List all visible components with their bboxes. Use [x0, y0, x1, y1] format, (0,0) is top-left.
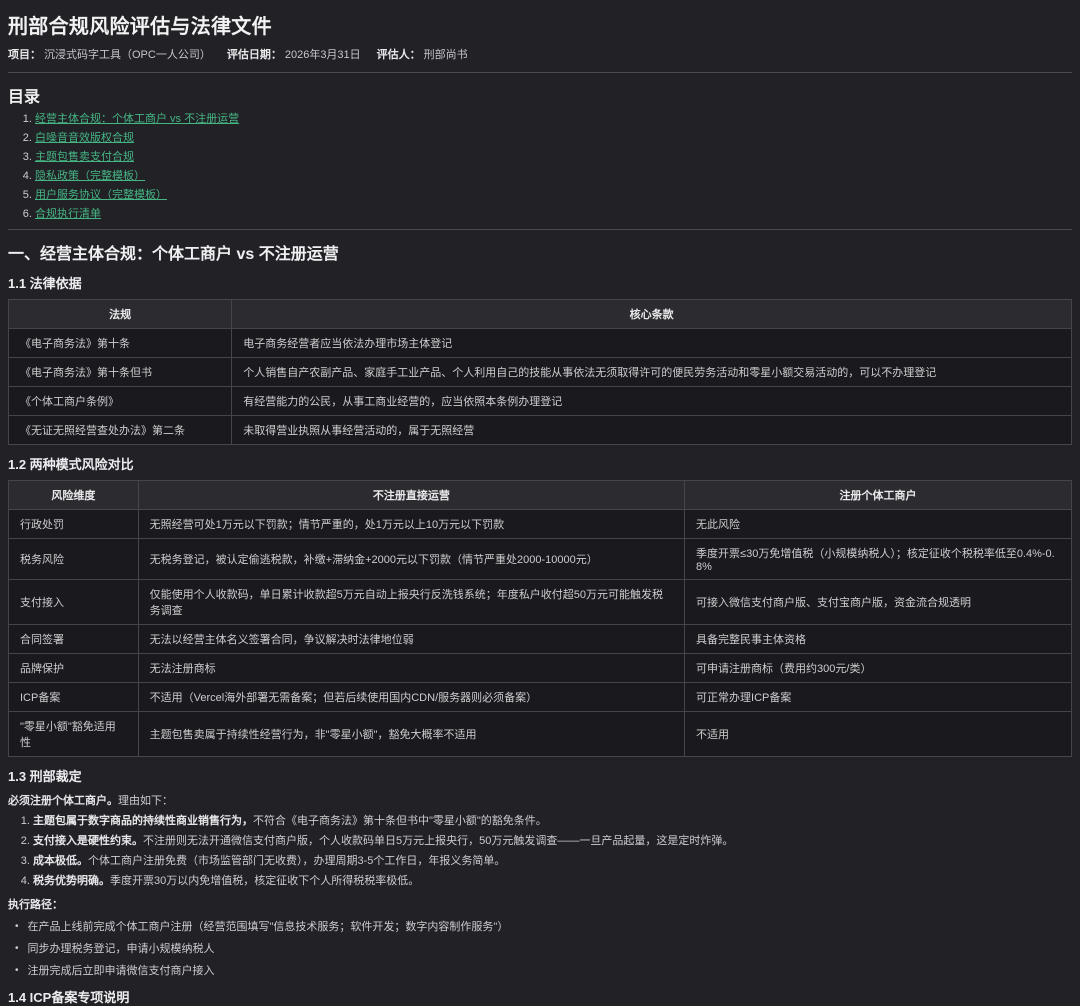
table-cell: 无照经营可处1万元以下罚款；情节严重的，处1万元以上10万元以下罚款 [138, 510, 684, 539]
table-of-contents: 经营主体合规：个体工商户 vs 不注册运营 白噪音音效版权合规 主题包售卖支付合… [8, 110, 1072, 221]
table-row: 行政处罚 无照经营可处1万元以下罚款；情节严重的，处1万元以上10万元以下罚款 … [9, 510, 1072, 539]
table-cell: 未取得营业执照从事经营活动的，属于无照经营 [232, 416, 1072, 445]
reason-lead: 主题包属于数字商品的持续性商业销售行为， [33, 815, 253, 827]
table-cell: ICP备案 [9, 683, 139, 712]
toc-item: 合规执行清单 [35, 205, 1072, 221]
table-cell: 仅能使用个人收款码，单日累计收款超5万元自动上报央行反洗钱系统；年度私户收付超5… [138, 580, 684, 625]
toc-link-compliance-checklist[interactable]: 合规执行清单 [35, 208, 101, 220]
table-row: 《电子商务法》第十条但书 个人销售自产农副产品、家庭手工业产品、个人利用自己的技… [9, 358, 1072, 387]
table-cell: 个人销售自产农副产品、家庭手工业产品、个人利用自己的技能从事依法无须取得许可的便… [232, 358, 1072, 387]
table-cell: 《无证无照经营查处办法》第二条 [9, 416, 232, 445]
table-cell: 无法注册商标 [138, 654, 684, 683]
table-row: 合同签署 无法以经营主体名义签署合同，争议解决时法律地位弱 具备完整民事主体资格 [9, 625, 1072, 654]
section-1-1-heading: 1.1 法律依据 [8, 273, 1072, 292]
table-cell: 具备完整民事主体资格 [685, 625, 1072, 654]
table-header-cell: 核心条款 [232, 300, 1072, 329]
reason-body: 季度开票30万以内免增值税，核定征收下个人所得税税率极低。 [110, 875, 419, 887]
legal-basis-table: 法规 核心条款 《电子商务法》第十条 电子商务经营者应当依法办理市场主体登记 《… [8, 299, 1072, 445]
table-cell: 《电子商务法》第十条但书 [9, 358, 232, 387]
reason-body: 不符合《电子商务法》第十条但书中"零星小额"的豁免条件。 [253, 815, 547, 827]
table-cell: 可申请注册商标（费用约300元/类） [685, 654, 1072, 683]
table-row: 品牌保护 无法注册商标 可申请注册商标（费用约300元/类） [9, 654, 1072, 683]
reason-lead: 成本极低。 [33, 855, 88, 867]
verdict-paragraph: 必须注册个体工商户。理由如下： [8, 792, 1072, 808]
table-row: 《无证无照经营查处办法》第二条 未取得营业执照从事经营活动的，属于无照经营 [9, 416, 1072, 445]
reason-lead: 税务优势明确。 [33, 875, 110, 887]
table-header-cell: 风险维度 [9, 481, 139, 510]
list-item: 在产品上线前完成个体工商户注册（经营范围填写"信息技术服务；软件开发；数字内容制… [15, 918, 1072, 934]
document-meta: 项目：沉浸式码字工具（OPC一人公司） 评估日期：2026年3月31日 评估人：刑部… [8, 46, 1072, 73]
toc-item: 经营主体合规：个体工商户 vs 不注册运营 [35, 110, 1072, 126]
toc-link-privacy-policy[interactable]: 隐私政策（完整模板） [35, 170, 145, 182]
toc-heading: 目录 [8, 83, 1072, 107]
page-title: 刑部合规风险评估与法律文件 [8, 10, 1072, 39]
table-cell: 可接入微信支付商户版、支付宝商户版，资金流合规透明 [685, 580, 1072, 625]
table-row: "零星小额"豁免适用性 主题包售卖属于持续性经营行为，非"零星小额"，豁免大概率… [9, 712, 1072, 757]
list-item: 注册完成后立即申请微信支付商户接入 [15, 962, 1072, 978]
reason-body: 不注册则无法开通微信支付商户版，个人收款码单日5万元上报央行，50万元触发调查—… [143, 835, 733, 847]
section-1-3-heading: 1.3 刑部裁定 [8, 766, 1072, 785]
meta-assessor-value: 刑部尚书 [424, 49, 468, 61]
list-item: 支付接入是硬性约束。不注册则无法开通微信支付商户版，个人收款码单日5万元上报央行… [33, 832, 1072, 848]
table-cell: 可正常办理ICP备案 [685, 683, 1072, 712]
table-header-cell: 注册个体工商户 [685, 481, 1072, 510]
table-cell: 《个体工商户条例》 [9, 387, 232, 416]
verdict-bold: 必须注册个体工商户。 [8, 795, 118, 807]
toc-link-business-entity[interactable]: 经营主体合规：个体工商户 vs 不注册运营 [35, 113, 239, 125]
table-cell: 行政处罚 [9, 510, 139, 539]
toc-item: 白噪音音效版权合规 [35, 129, 1072, 145]
execution-path-heading: 执行路径： [8, 896, 1072, 912]
table-row: 《电子商务法》第十条 电子商务经营者应当依法办理市场主体登记 [9, 329, 1072, 358]
meta-project-label: 项目： [8, 49, 41, 61]
table-row: 税务风险 无税务登记，被认定偷逃税款，补缴+滞纳金+2000元以下罚款（情节严重… [9, 539, 1072, 580]
toc-item: 用户服务协议（完整模板） [35, 186, 1072, 202]
toc-item: 主题包售卖支付合规 [35, 148, 1072, 164]
table-row: 《个体工商户条例》 有经营能力的公民，从事工商业经营的，应当依照本条例办理登记 [9, 387, 1072, 416]
table-row: ICP备案 不适用（Vercel海外部署无需备案；但若后续使用国内CDN/服务器… [9, 683, 1072, 712]
table-cell: 电子商务经营者应当依法办理市场主体登记 [232, 329, 1072, 358]
table-cell: 无法以经营主体名义签署合同，争议解决时法律地位弱 [138, 625, 684, 654]
meta-date-value: 2026年3月31日 [285, 49, 361, 61]
table-cell: 税务风险 [9, 539, 139, 580]
table-cell: 不适用（Vercel海外部署无需备案；但若后续使用国内CDN/服务器则必须备案） [138, 683, 684, 712]
toc-item: 隐私政策（完整模板） [35, 167, 1072, 183]
table-cell: 支付接入 [9, 580, 139, 625]
toc-link-user-agreement[interactable]: 用户服务协议（完整模板） [35, 189, 167, 201]
table-cell: 品牌保护 [9, 654, 139, 683]
table-cell: 有经营能力的公民，从事工商业经营的，应当依照本条例办理登记 [232, 387, 1072, 416]
table-header-cell: 法规 [9, 300, 232, 329]
list-item: 同步办理税务登记，申请小规模纳税人 [15, 940, 1072, 956]
risk-comparison-table: 风险维度 不注册直接运营 注册个体工商户 行政处罚 无照经营可处1万元以下罚款；… [8, 480, 1072, 757]
list-item: 成本极低。个体工商户注册免费（市场监管部门无收费），办理周期3-5个工作日，年报… [33, 852, 1072, 868]
document-page: 刑部合规风险评估与法律文件 项目：沉浸式码字工具（OPC一人公司） 评估日期：20… [0, 0, 1080, 1006]
table-header-cell: 不注册直接运营 [138, 481, 684, 510]
table-cell: 无此风险 [685, 510, 1072, 539]
divider [8, 229, 1072, 230]
meta-date-label: 评估日期： [227, 49, 282, 61]
table-cell: 无税务登记，被认定偷逃税款，补缴+滞纳金+2000元以下罚款（情节严重处2000… [138, 539, 684, 580]
table-cell: 不适用 [685, 712, 1072, 757]
reason-body: 个体工商户注册免费（市场监管部门无收费），办理周期3-5个工作日，年报义务简单。 [88, 855, 505, 867]
list-item: 税务优势明确。季度开票30万以内免增值税，核定征收下个人所得税税率极低。 [33, 872, 1072, 888]
section-1-4-heading: 1.4 ICP备案专项说明 [8, 987, 1072, 1006]
table-header-row: 风险维度 不注册直接运营 注册个体工商户 [9, 481, 1072, 510]
table-cell: 季度开票≤30万免增值税（小规模纳税人）；核定征收个税税率低至0.4%-0.8% [685, 539, 1072, 580]
toc-link-theme-payment[interactable]: 主题包售卖支付合规 [35, 151, 134, 163]
verdict-reasons-list: 主题包属于数字商品的持续性商业销售行为，不符合《电子商务法》第十条但书中"零星小… [8, 812, 1072, 888]
table-cell: 主题包售卖属于持续性经营行为，非"零星小额"，豁免大概率不适用 [138, 712, 684, 757]
meta-assessor-label: 评估人： [377, 49, 421, 61]
table-cell: 合同签署 [9, 625, 139, 654]
table-row: 支付接入 仅能使用个人收款码，单日累计收款超5万元自动上报央行反洗钱系统；年度私… [9, 580, 1072, 625]
section-1-2-heading: 1.2 两种模式风险对比 [8, 454, 1072, 473]
table-header-row: 法规 核心条款 [9, 300, 1072, 329]
verdict-rest: 理由如下： [118, 795, 173, 807]
list-item: 主题包属于数字商品的持续性商业销售行为，不符合《电子商务法》第十条但书中"零星小… [33, 812, 1072, 828]
table-cell: "零星小额"豁免适用性 [9, 712, 139, 757]
section-1-heading: 一、经营主体合规：个体工商户 vs 不注册运营 [8, 240, 1072, 264]
toc-link-whitenoise-copyright[interactable]: 白噪音音效版权合规 [35, 132, 134, 144]
meta-project-value: 沉浸式码字工具（OPC一人公司） [44, 49, 211, 61]
reason-lead: 支付接入是硬性约束。 [33, 835, 143, 847]
execution-path-list: 在产品上线前完成个体工商户注册（经营范围填写"信息技术服务；软件开发；数字内容制… [8, 918, 1072, 978]
table-cell: 《电子商务法》第十条 [9, 329, 232, 358]
